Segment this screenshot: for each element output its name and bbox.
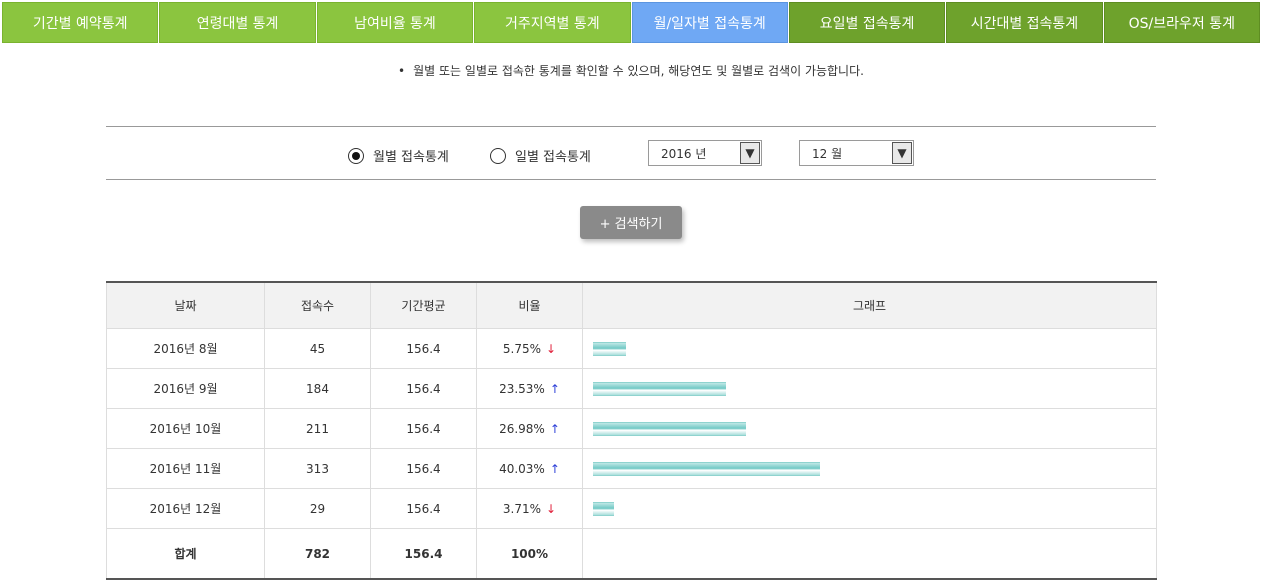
graph-bar xyxy=(593,461,820,476)
cell-graph xyxy=(582,408,1157,449)
header-average: 기간평균 xyxy=(370,282,477,329)
cell-date: 2016년 8월 xyxy=(106,328,265,369)
search-button[interactable]: + 검색하기 xyxy=(580,206,682,239)
ratio-value: 23.53% xyxy=(499,381,545,396)
tab-gender-ratio[interactable]: 남여비율 통계 xyxy=(316,2,474,43)
cell-graph xyxy=(582,368,1157,409)
cell-count: 29 xyxy=(264,488,371,529)
table-row: 2016년 8월 45 156.4 5.75% ↓ xyxy=(106,328,1157,369)
cell-average: 156.4 xyxy=(370,328,477,369)
table-row: 2016년 9월 184 156.4 23.53% ↑ xyxy=(106,368,1157,409)
header-ratio: 비율 xyxy=(476,282,583,329)
notice-message: 월별 또는 일별로 접속한 통계를 확인할 수 있으며, 해당연도 및 월별로 … xyxy=(413,64,864,78)
table-header-row: 날짜 접속수 기간평균 비율 그래프 xyxy=(106,282,1157,329)
ratio-value: 40.03% xyxy=(499,461,545,476)
radio-monthly-label: 월별 접속통계 xyxy=(373,150,449,165)
table-row: 2016년 11월 313 156.4 40.03% ↑ xyxy=(106,448,1157,489)
cell-graph xyxy=(582,448,1157,489)
arrow-up-icon: ↑ xyxy=(549,421,560,436)
radio-unchecked-icon[interactable] xyxy=(490,147,506,164)
tab-period-reservation[interactable]: 기간별 예약통계 xyxy=(2,2,159,43)
table-row: 2016년 10월 211 156.4 26.98% ↑ xyxy=(106,408,1157,449)
cell-date: 2016년 12월 xyxy=(106,488,265,529)
total-average: 156.4 xyxy=(370,528,477,580)
year-select-value: 2016 년 xyxy=(661,146,707,161)
cell-ratio: 40.03% ↑ xyxy=(476,448,583,489)
header-date: 날짜 xyxy=(106,282,265,329)
radio-daily-label: 일별 접속통계 xyxy=(515,150,591,165)
table-total-row: 합계 782 156.4 100% xyxy=(106,528,1157,580)
access-stats-table: 날짜 접속수 기간평균 비율 그래프 2016년 8월 45 156.4 5.7… xyxy=(106,281,1157,580)
stats-tab-bar: 기간별 예약통계 연령대별 통계 남여비율 통계 거주지역별 통계 월/일자별 … xyxy=(2,2,1260,43)
cell-average: 156.4 xyxy=(370,408,477,449)
ratio-value: 5.75% xyxy=(502,341,542,356)
graph-bar xyxy=(593,421,746,436)
table-row: 2016년 12월 29 156.4 3.71% ↓ xyxy=(106,488,1157,529)
cell-count: 211 xyxy=(264,408,371,449)
cell-date: 2016년 10월 xyxy=(106,408,265,449)
cell-average: 156.4 xyxy=(370,368,477,409)
arrow-down-icon: ↓ xyxy=(546,341,557,356)
cell-count: 184 xyxy=(264,368,371,409)
arrow-down-icon: ↓ xyxy=(546,501,557,516)
total-graph-empty xyxy=(582,528,1157,580)
cell-graph xyxy=(582,488,1157,529)
cell-count: 313 xyxy=(264,448,371,489)
cell-date: 2016년 11월 xyxy=(106,448,265,489)
total-count: 782 xyxy=(264,528,371,580)
tab-region[interactable]: 거주지역별 통계 xyxy=(474,2,631,43)
cell-count: 45 xyxy=(264,328,371,369)
cell-date: 2016년 9월 xyxy=(106,368,265,409)
chevron-down-icon[interactable]: ▼ xyxy=(892,142,912,164)
tab-hourly-access[interactable]: 시간대별 접속통계 xyxy=(946,2,1103,43)
search-filter-bar: 월별 접속통계 일별 접속통계 2016 년 ▼ 12 월 ▼ xyxy=(106,126,1156,180)
cell-ratio: 23.53% ↑ xyxy=(476,368,583,409)
graph-bar xyxy=(593,381,726,396)
cell-ratio: 3.71% ↓ xyxy=(476,488,583,529)
graph-bar xyxy=(593,501,614,516)
year-select[interactable]: 2016 년 ▼ xyxy=(648,140,762,166)
radio-monthly[interactable]: 월별 접속통계 xyxy=(348,146,449,165)
notice-text: • 월별 또는 일별로 접속한 통계를 확인할 수 있으며, 해당연도 및 월별로… xyxy=(0,62,1262,79)
cell-average: 156.4 xyxy=(370,448,477,489)
arrow-up-icon: ↑ xyxy=(549,461,560,476)
header-graph: 그래프 xyxy=(582,282,1157,329)
arrow-up-icon: ↑ xyxy=(549,381,560,396)
cell-ratio: 26.98% ↑ xyxy=(476,408,583,449)
cell-graph xyxy=(582,328,1157,369)
cell-ratio: 5.75% ↓ xyxy=(476,328,583,369)
total-label: 합계 xyxy=(106,528,265,580)
tab-weekday-access[interactable]: 요일별 접속통계 xyxy=(788,2,946,43)
tab-age-group[interactable]: 연령대별 통계 xyxy=(159,2,316,43)
bullet-icon: • xyxy=(398,64,406,78)
tab-monthly-daily-access[interactable]: 월/일자별 접속통계 xyxy=(631,2,788,43)
tab-os-browser[interactable]: OS/브라우저 통계 xyxy=(1103,2,1260,43)
month-select-value: 12 월 xyxy=(812,146,843,161)
ratio-value: 3.71% xyxy=(502,501,542,516)
header-count: 접속수 xyxy=(264,282,371,329)
ratio-value: 26.98% xyxy=(499,421,545,436)
month-select[interactable]: 12 월 ▼ xyxy=(799,140,914,166)
cell-average: 156.4 xyxy=(370,488,477,529)
chevron-down-icon[interactable]: ▼ xyxy=(740,142,760,164)
total-ratio: 100% xyxy=(476,528,583,580)
radio-daily[interactable]: 일별 접속통계 xyxy=(490,146,591,165)
graph-bar xyxy=(593,341,626,356)
radio-checked-icon[interactable] xyxy=(348,147,364,164)
